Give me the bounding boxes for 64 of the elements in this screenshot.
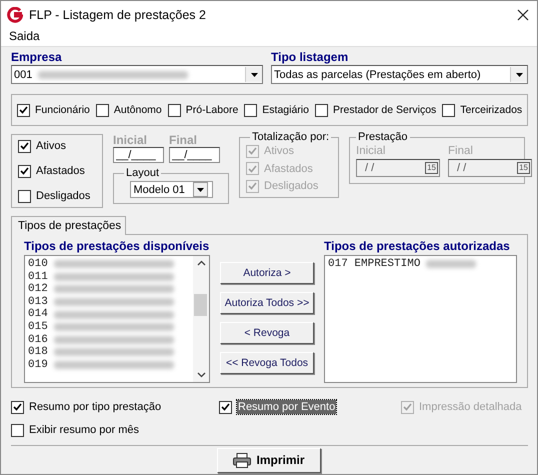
option-checkbox[interactable]: Resumo por tipo prestação bbox=[11, 400, 219, 414]
list-title: Tipos de prestações disponíveis bbox=[24, 239, 210, 254]
scroll-down-icon[interactable] bbox=[196, 372, 206, 378]
print-button[interactable]: Imprimir bbox=[217, 448, 321, 472]
company-dropdown[interactable]: 001 bbox=[11, 65, 263, 84]
scrollbar-thumb[interactable] bbox=[194, 294, 207, 316]
category-checkbox[interactable]: Estagiário bbox=[244, 103, 309, 117]
checkmark-icon bbox=[20, 167, 29, 175]
checkmark-icon bbox=[248, 147, 257, 155]
field-label: Tipo listagem bbox=[271, 50, 350, 65]
list-item[interactable]: 012 bbox=[28, 283, 48, 296]
group-title: Prestação bbox=[357, 131, 409, 143]
field-label: Inicial bbox=[356, 145, 386, 157]
list-item[interactable]: 015 bbox=[28, 320, 48, 334]
group-title: Totalização por: bbox=[251, 131, 330, 143]
checkmark-icon bbox=[13, 403, 22, 411]
checkmark-icon bbox=[248, 164, 257, 172]
field-label: Inicial bbox=[113, 134, 148, 146]
checkmark-icon bbox=[248, 182, 257, 190]
category-checkbox[interactable]: Prestador de Serviços bbox=[314, 103, 436, 117]
dropdown-icon bbox=[250, 72, 258, 76]
menu-item[interactable]: Saida bbox=[9, 29, 40, 43]
transfer-button[interactable]: Autoriza Todos >> bbox=[220, 292, 314, 314]
list-item[interactable]: 019 bbox=[28, 358, 48, 372]
list-item[interactable]: 010 bbox=[28, 258, 48, 271]
transfer-button[interactable]: Autoriza > bbox=[220, 262, 314, 284]
status-checkbox[interactable]: Ativos bbox=[18, 139, 96, 153]
logo-icon bbox=[7, 7, 23, 23]
scrollbar[interactable] bbox=[193, 256, 209, 382]
list-item[interactable]: 013 bbox=[28, 296, 48, 308]
transfer-button[interactable]: << Revoga Todos bbox=[220, 352, 314, 374]
layout-dropdown[interactable]: Modelo 01 bbox=[130, 181, 212, 198]
field-label: Empresa bbox=[11, 50, 63, 65]
list-item[interactable]: 017 EMPRESTIMO bbox=[328, 258, 420, 271]
checkmark-icon bbox=[403, 403, 412, 411]
category-checkbox[interactable]: Autônomo bbox=[96, 103, 162, 117]
list-item[interactable]: 011 bbox=[28, 270, 48, 284]
list-item[interactable]: 016 bbox=[28, 334, 48, 346]
close-icon[interactable] bbox=[517, 9, 529, 21]
category-checkbox[interactable]: Funcionário bbox=[17, 103, 90, 117]
printer-icon bbox=[233, 452, 252, 468]
field-label: Final bbox=[448, 145, 474, 157]
list-item[interactable]: 014 bbox=[28, 308, 48, 321]
category-checkbox[interactable]: Pró-Labore bbox=[168, 103, 238, 117]
checkmark-icon bbox=[221, 403, 230, 411]
window-title: FLP - Listagem de prestações 2 bbox=[29, 8, 207, 22]
dropdown-icon bbox=[516, 72, 522, 76]
list-item[interactable]: 018 bbox=[28, 346, 48, 359]
period-field[interactable]: __/____ bbox=[113, 147, 164, 163]
scroll-up-icon[interactable] bbox=[196, 260, 206, 266]
checkmark-icon bbox=[19, 106, 28, 114]
transfer-button[interactable]: < Revoga bbox=[220, 322, 314, 344]
field-label: Final bbox=[169, 134, 198, 146]
category-checkbox[interactable]: Terceirizados bbox=[442, 103, 522, 117]
checkmark-icon bbox=[20, 142, 29, 150]
status-checkbox[interactable]: Desligados bbox=[18, 189, 96, 203]
listing-type-dropdown[interactable]: Todas as parcelas (Prestações em aberto) bbox=[271, 65, 528, 84]
group-title: Layout bbox=[125, 167, 160, 179]
status-checkbox[interactable]: Afastados bbox=[18, 164, 96, 178]
dropdown-icon bbox=[196, 188, 204, 192]
period-field[interactable]: __/____ bbox=[169, 147, 220, 163]
option-checkbox[interactable]: Exibir resumo por mês bbox=[11, 423, 219, 437]
tab[interactable]: Tipos de prestações bbox=[11, 216, 126, 235]
list-title: Tipos de prestações autorizadas bbox=[324, 239, 511, 254]
